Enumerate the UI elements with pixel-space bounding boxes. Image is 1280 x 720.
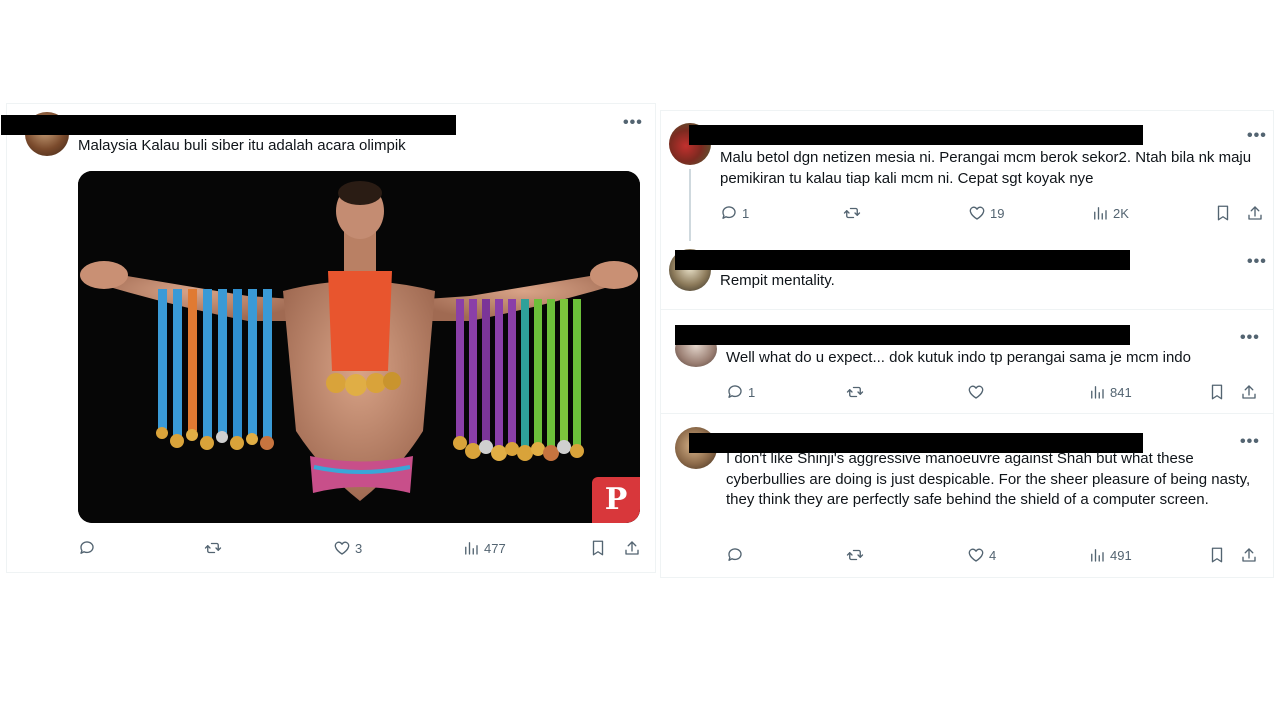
- views-button[interactable]: 2K: [1091, 204, 1129, 222]
- view-count: 2K: [1113, 205, 1129, 221]
- heart-icon: [968, 385, 984, 399]
- bookmark-icon: [1211, 547, 1223, 563]
- reply-icon: [80, 541, 94, 554]
- view-count: 491: [1110, 547, 1132, 563]
- share-button[interactable]: [1240, 546, 1258, 564]
- bookmark-button[interactable]: [589, 539, 607, 557]
- divider: [661, 413, 1273, 414]
- repost-button[interactable]: [843, 204, 865, 222]
- views-chart-icon: [1094, 207, 1107, 220]
- repost-button[interactable]: [846, 546, 868, 564]
- heart-icon: [334, 541, 350, 555]
- heart-icon: [968, 548, 984, 562]
- more-options-icon[interactable]: •••: [1247, 254, 1267, 270]
- reply-button[interactable]: 1: [720, 204, 749, 222]
- more-options-icon[interactable]: •••: [1240, 434, 1260, 450]
- bookmark-icon: [1217, 205, 1229, 221]
- views-chart-icon: [1091, 386, 1104, 399]
- pinterest-icon: P: [604, 482, 628, 517]
- swimmer-with-medals-image: [78, 171, 640, 523]
- reply-4-text: I don't like Shinji's aggressive manoeuv…: [726, 450, 1251, 508]
- share-icon: [1242, 385, 1256, 399]
- share-button[interactable]: [1240, 383, 1258, 401]
- post-media-image[interactable]: P: [78, 171, 640, 523]
- repost-button[interactable]: [204, 539, 226, 557]
- bookmark-button[interactable]: [1208, 383, 1226, 401]
- views-chart-icon: [465, 542, 478, 555]
- share-icon: [1242, 548, 1256, 562]
- reply-2-text: Rempit mentality.: [720, 272, 835, 289]
- views-chart-icon: [1091, 549, 1104, 562]
- bookmark-icon: [592, 540, 604, 556]
- replies-panel: ••• Malu betol dgn netizen mesia ni. Per…: [660, 110, 1274, 578]
- redacted-author-name: [675, 325, 1130, 345]
- reply-button[interactable]: [78, 539, 100, 557]
- like-button[interactable]: 3: [333, 539, 362, 557]
- bookmark-button[interactable]: [1208, 546, 1226, 564]
- more-options-icon[interactable]: •••: [1247, 128, 1267, 144]
- pinterest-badge[interactable]: P: [592, 477, 640, 523]
- share-icon: [625, 541, 639, 555]
- reply-count: 1: [742, 205, 750, 221]
- reply-1-text: Malu betol dgn netizen mesia ni. Peranga…: [720, 149, 1252, 187]
- reply-button[interactable]: [726, 546, 748, 564]
- reply-icon: [728, 548, 742, 561]
- reply-icon: [722, 206, 736, 219]
- views-button[interactable]: 841: [1088, 383, 1132, 401]
- bookmark-button[interactable]: [1214, 204, 1232, 222]
- more-options-icon[interactable]: •••: [623, 115, 643, 131]
- repost-icon: [843, 207, 861, 219]
- view-count: 477: [484, 540, 506, 556]
- share-button[interactable]: [1246, 204, 1264, 222]
- share-button[interactable]: [623, 539, 641, 557]
- redacted-author-name: [1, 115, 456, 135]
- reply-icon: [728, 385, 742, 398]
- reply-button[interactable]: 1: [726, 383, 755, 401]
- like-count: 4: [989, 547, 997, 563]
- reply-3-text: Well what do u expect... dok kutuk indo …: [726, 349, 1191, 366]
- repost-icon: [204, 542, 222, 554]
- view-count: 841: [1110, 384, 1132, 400]
- repost-icon: [846, 386, 864, 398]
- like-count: 19: [990, 205, 1005, 221]
- main-post[interactable]: ••• Malaysia Kalau buli siber itu adalah…: [1, 103, 656, 573]
- bookmark-icon: [1211, 384, 1223, 400]
- repost-icon: [846, 549, 864, 561]
- views-button[interactable]: 477: [462, 539, 506, 557]
- heart-icon: [969, 206, 985, 220]
- like-button[interactable]: 19: [968, 204, 1004, 222]
- repost-button[interactable]: [846, 383, 868, 401]
- divider: [661, 309, 1273, 310]
- redacted-author-name: [675, 250, 1130, 270]
- more-options-icon[interactable]: •••: [1240, 330, 1260, 346]
- redacted-author-name: [689, 125, 1143, 145]
- views-button[interactable]: 491: [1088, 546, 1132, 564]
- share-icon: [1248, 206, 1262, 220]
- reply-count: 1: [748, 384, 756, 400]
- like-button[interactable]: [967, 383, 989, 401]
- like-button[interactable]: 4: [967, 546, 996, 564]
- like-count: 3: [355, 540, 363, 556]
- thread-line: [689, 169, 691, 241]
- post-text: Malaysia Kalau buli siber itu adalah aca…: [78, 137, 406, 154]
